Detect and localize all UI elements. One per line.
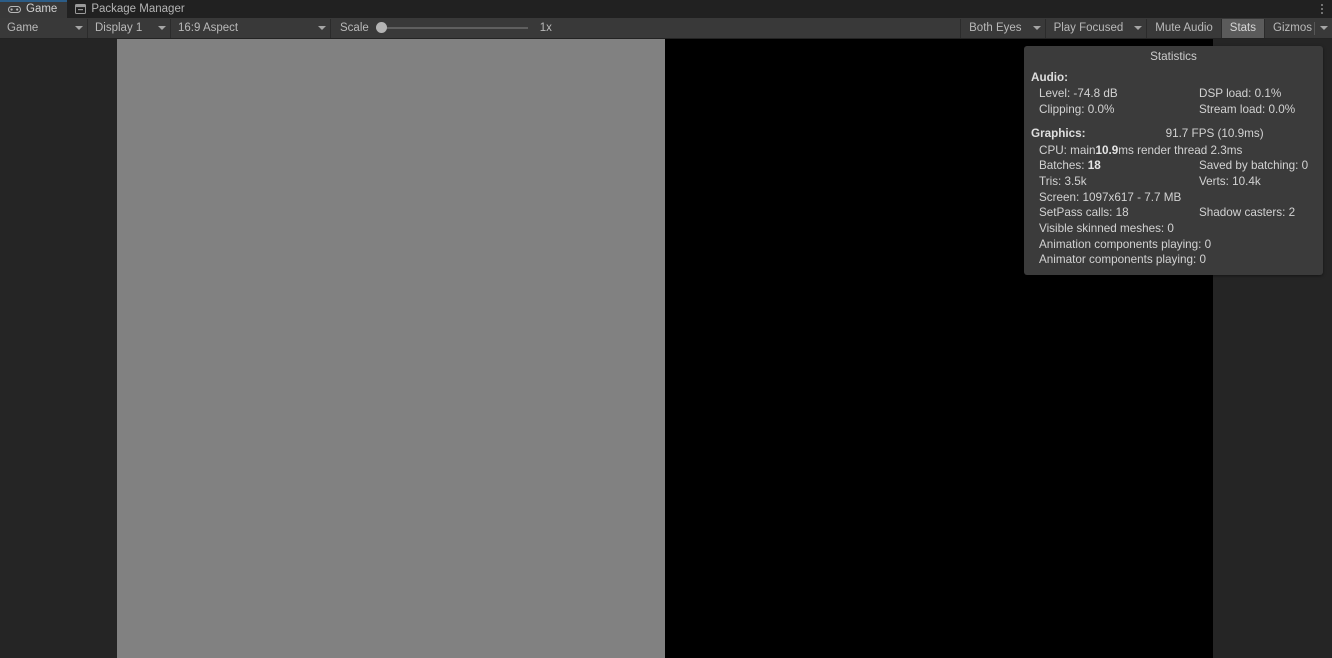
graphics-animation-components: Animation components playing: 0 xyxy=(1039,237,1212,251)
graphics-animator-components: Animator components playing: 0 xyxy=(1039,253,1206,267)
aspect-ratio-label: 16:9 Aspect xyxy=(178,22,239,34)
graphics-batches: Batches: 18 xyxy=(1031,160,1199,172)
gizmos-button[interactable]: Gizmos xyxy=(1264,18,1332,38)
scale-slider-handle[interactable] xyxy=(375,22,387,33)
graphics-row-cpu: CPU: main 10.9 ms render thread 2.3ms xyxy=(1031,143,1323,157)
statistics-panel: Statistics Audio: Level: -74.8 dB DSP lo… xyxy=(1024,46,1323,275)
graphics-row-animator-components: Animator components playing: 0 xyxy=(1031,254,1323,266)
toolbar-left-group: Game Display 1 16:9 Aspect Scale 1x xyxy=(0,18,558,38)
game-target-dropdown[interactable]: Game xyxy=(0,18,88,38)
graphics-fps: 91.7 FPS (10.9ms) xyxy=(1165,126,1264,140)
graphics-shadow-casters: Shadow casters: 2 xyxy=(1199,206,1296,220)
tab-bar-spacer xyxy=(195,0,1312,18)
mute-audio-button[interactable]: Mute Audio xyxy=(1146,18,1221,38)
stats-toggle-button[interactable]: Stats xyxy=(1220,18,1265,38)
graphics-row-batches: Batches: 18 Saved by batching: 0 xyxy=(1031,160,1323,172)
game-viewport-gray-panel xyxy=(117,39,665,658)
gamepad-icon xyxy=(8,5,21,14)
scale-value: 1x xyxy=(539,22,552,34)
graphics-section-heading: Graphics: xyxy=(1031,126,1086,140)
mute-audio-label: Mute Audio xyxy=(1155,22,1213,34)
graphics-cpu-suffix: ms render thread 2.3ms xyxy=(1118,143,1243,157)
graphics-row-animation-components: Animation components playing: 0 xyxy=(1031,239,1323,251)
graphics-screen: Screen: 1097x617 - 7.7 MB xyxy=(1039,190,1182,204)
stereo-eyes-dropdown[interactable]: Both Eyes xyxy=(960,18,1044,38)
aspect-ratio-dropdown[interactable]: 16:9 Aspect xyxy=(171,18,331,38)
chevron-down-icon xyxy=(75,26,83,30)
play-mode-label: Play Focused xyxy=(1053,22,1124,34)
tab-package-manager-label: Package Manager xyxy=(91,3,185,15)
graphics-cpu-prefix: CPU: main xyxy=(1039,143,1096,157)
scale-slider[interactable] xyxy=(375,22,528,34)
graphics-setpass-calls: SetPass calls: 18 xyxy=(1039,206,1129,220)
gizmos-label: Gizmos xyxy=(1273,22,1312,34)
audio-clipping: Clipping: 0.0% xyxy=(1039,103,1115,117)
graphics-row-tris-verts: Tris: 3.5k Verts: 10.4k xyxy=(1031,176,1323,188)
audio-row-clipping: Clipping: 0.0% Stream load: 0.0% xyxy=(1031,104,1323,116)
chevron-down-icon xyxy=(318,26,326,30)
graphics-row-screen: Screen: 1097x617 - 7.7 MB xyxy=(1031,190,1323,204)
scale-control: Scale 1x xyxy=(331,19,558,38)
audio-section-heading: Audio: xyxy=(1031,70,1068,84)
graphics-batches-label: Batches: xyxy=(1039,159,1088,173)
game-view-toolbar: Game Display 1 16:9 Aspect Scale 1x Both… xyxy=(0,18,1332,39)
chevron-down-icon xyxy=(1032,26,1041,30)
audio-row-level: Level: -74.8 dB DSP load: 0.1% xyxy=(1031,88,1323,100)
chevron-down-icon[interactable] xyxy=(1320,26,1328,30)
graphics-visible-skinned-meshes: Visible skinned meshes: 0 xyxy=(1039,222,1174,236)
graphics-tris: Tris: 3.5k xyxy=(1039,174,1087,188)
graphics-batches-value: 18 xyxy=(1087,159,1101,173)
stats-label: Stats xyxy=(1229,22,1257,34)
stereo-eyes-label: Both Eyes xyxy=(969,22,1022,34)
audio-stream-load: Stream load: 0.0% xyxy=(1199,103,1296,117)
graphics-verts: Verts: 10.4k xyxy=(1199,174,1261,188)
statistics-title: Statistics xyxy=(1150,50,1197,63)
kebab-menu-icon[interactable] xyxy=(1312,0,1332,18)
scale-slider-track xyxy=(375,27,528,29)
audio-level: Level: -74.8 dB xyxy=(1039,87,1118,101)
tab-package-manager[interactable]: Package Manager xyxy=(67,0,194,18)
display-dropdown[interactable]: Display 1 xyxy=(88,18,171,38)
unity-game-view-window: Game Package Manager Game Display 1 16:9… xyxy=(0,0,1332,658)
toolbar-right-group: Both Eyes Play Focused Mute Audio Stats … xyxy=(960,18,1332,38)
scale-label: Scale xyxy=(340,22,369,34)
graphics-section-heading-row: Graphics: 91.7 FPS (10.9ms) xyxy=(1031,128,1323,140)
chevron-down-icon xyxy=(158,26,166,30)
graphics-cpu-main-value: 10.9 xyxy=(1095,143,1119,157)
package-icon xyxy=(75,4,87,14)
play-mode-dropdown[interactable]: Play Focused xyxy=(1044,18,1147,38)
game-target-label: Game xyxy=(7,22,39,34)
graphics-row-setpass: SetPass calls: 18 Shadow casters: 2 xyxy=(1031,207,1323,219)
chevron-down-icon xyxy=(1134,26,1143,30)
graphics-saved-by-batching: Saved by batching: 0 xyxy=(1199,159,1309,173)
display-label: Display 1 xyxy=(95,22,143,34)
tab-game-label: Game xyxy=(26,3,58,15)
gizmos-divider xyxy=(1314,21,1315,35)
statistics-body: Audio: Level: -74.8 dB DSP load: 0.1% Cl… xyxy=(1024,63,1323,266)
tab-game[interactable]: Game xyxy=(0,0,68,18)
graphics-row-skinned-meshes: Visible skinned meshes: 0 xyxy=(1031,223,1323,235)
tab-bar: Game Package Manager xyxy=(0,0,1332,18)
audio-dsp-load: DSP load: 0.1% xyxy=(1199,87,1282,101)
